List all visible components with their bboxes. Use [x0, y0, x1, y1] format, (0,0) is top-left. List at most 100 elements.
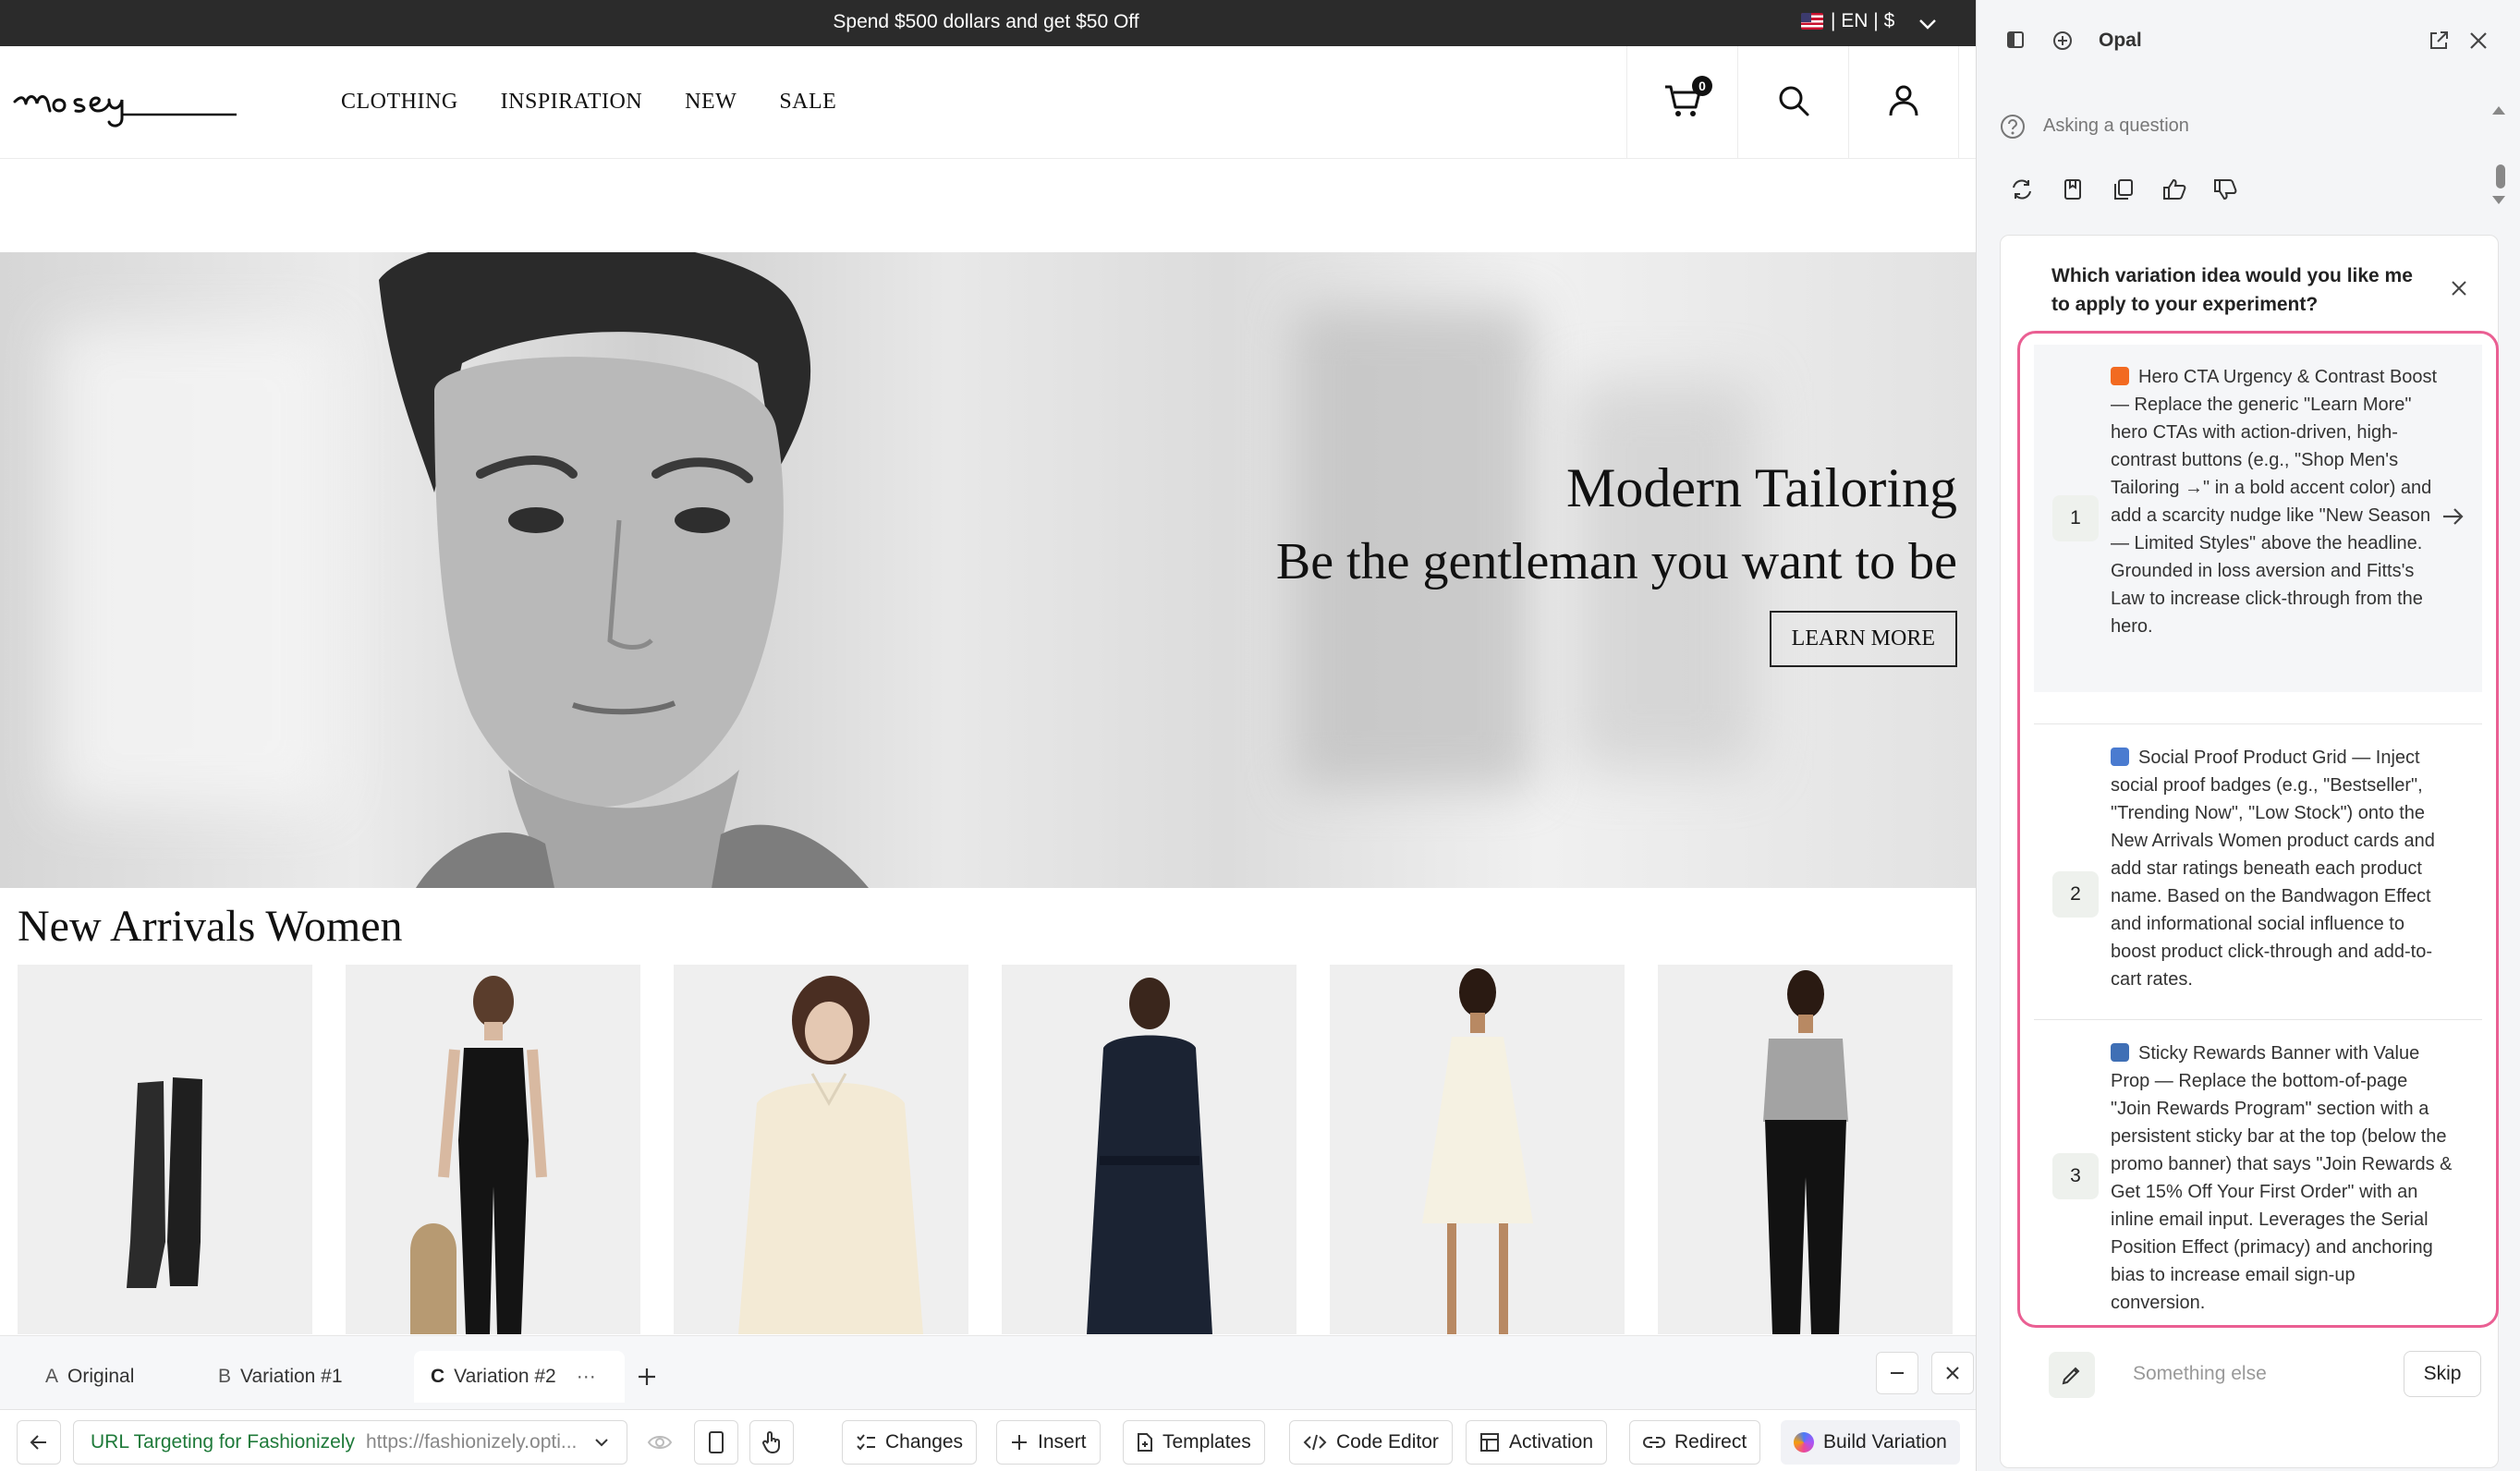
minimize-button[interactable] [1876, 1352, 1918, 1394]
promo-banner: Spend $500 dollars and get $50 Off | EN … [0, 0, 1976, 46]
hand-pointer-icon [762, 1431, 780, 1454]
activation-icon [1480, 1433, 1499, 1452]
close-editor-button[interactable] [1931, 1352, 1974, 1394]
promo-message: Spend $500 dollars and get $50 Off [833, 11, 1139, 32]
activation-label: Activation [1509, 1431, 1594, 1453]
hero-model-image [379, 252, 869, 888]
question-text: Which variation idea would you like me t… [2051, 265, 2413, 315]
arrow-left-icon [30, 1435, 46, 1450]
url-targeting-value: https://fashionizely.opti... [365, 1431, 578, 1453]
skip-button[interactable]: Skip [2404, 1351, 2481, 1397]
scroll-up-icon[interactable] [2490, 103, 2507, 116]
thumbs-down-icon[interactable] [2211, 176, 2239, 203]
product-card[interactable] [1658, 965, 1953, 1334]
new-chat-icon[interactable] [2052, 30, 2073, 51]
pencil-icon[interactable] [2049, 1352, 2095, 1398]
sidebar-toggle-icon[interactable] [2006, 30, 2025, 49]
scrollbar-thumb[interactable] [2496, 164, 2505, 188]
back-button[interactable] [17, 1420, 61, 1465]
thumbs-up-icon[interactable] [2161, 176, 2188, 203]
nav-inspiration[interactable]: INSPIRATION [501, 90, 643, 115]
insert-label: Insert [1038, 1431, 1087, 1453]
tab-variation-2[interactable]: C Variation #2 ··· [414, 1351, 625, 1403]
search-button[interactable] [1737, 46, 1848, 159]
bookmark-icon[interactable] [2059, 176, 2087, 203]
variation-option-1[interactable]: 1 Hero CTA Urgency & Contrast Boost — Re… [2034, 345, 2482, 692]
arrow-right-icon[interactable] [2441, 506, 2465, 531]
mailbox-emoji-icon [2111, 1043, 2129, 1062]
product-card[interactable] [346, 965, 640, 1334]
opal-assistant-panel: Opal Asking a question Which variation i… [1976, 0, 2520, 1471]
changes-label: Changes [885, 1431, 964, 1453]
tab-letter: B [218, 1366, 232, 1387]
cart-count-badge: 0 [1692, 76, 1712, 96]
open-external-icon[interactable] [2428, 30, 2450, 52]
copy-icon[interactable] [2110, 176, 2137, 203]
variation-option-2[interactable]: 2 Social Proof Product Grid — Inject soc… [2034, 733, 2482, 1056]
user-icon [1888, 84, 1919, 122]
nav-clothing[interactable]: CLOTHING [341, 90, 458, 115]
insert-button[interactable]: Insert [996, 1420, 1101, 1465]
product-card[interactable] [1002, 965, 1297, 1334]
activation-button[interactable]: Activation [1466, 1420, 1608, 1465]
templates-label: Templates [1163, 1431, 1251, 1453]
hero-banner: Modern Tailoring Be the gentleman you wa… [0, 252, 1976, 888]
cart-button[interactable]: 0 [1626, 46, 1737, 159]
close-panel-icon[interactable] [2468, 30, 2489, 51]
new-arrivals-title: New Arrivals Women [18, 902, 403, 951]
url-targeting-select[interactable]: URL Targeting for Fashionizely https://f… [73, 1420, 627, 1465]
close-icon [1946, 1367, 1959, 1380]
status-text: Asking a question [2043, 115, 2189, 136]
templates-button[interactable]: Templates [1123, 1420, 1265, 1465]
device-toggle[interactable] [694, 1420, 738, 1465]
add-variation-icon[interactable] [636, 1366, 658, 1388]
regenerate-icon[interactable] [2008, 176, 2036, 203]
cream-shirt-model-image [738, 976, 923, 1334]
product-grid [18, 965, 1953, 1334]
build-variation-button[interactable]: Build Variation [1781, 1420, 1960, 1465]
product-card[interactable] [1330, 965, 1625, 1334]
product-card[interactable] [18, 965, 312, 1334]
tab-label: Variation #2 [454, 1366, 556, 1387]
boots-image [127, 1077, 202, 1288]
template-file-icon [1138, 1433, 1152, 1452]
account-button[interactable] [1848, 46, 1959, 159]
variation-option-3[interactable]: 3 Sticky Rewards Banner with Value Prop … [2034, 1028, 2482, 1324]
tab-label: Variation #1 [240, 1366, 343, 1387]
fire-emoji-icon [2111, 367, 2129, 385]
url-targeting-name: URL Targeting for Fashionizely [91, 1431, 355, 1453]
tab-original[interactable]: A Original [45, 1351, 134, 1403]
search-icon [1777, 84, 1810, 122]
nav-sale[interactable]: SALE [779, 90, 836, 115]
interact-mode-toggle[interactable] [749, 1420, 794, 1465]
tab-letter: A [45, 1366, 59, 1387]
scroll-down-icon[interactable] [2490, 194, 2507, 207]
changes-button[interactable]: Changes [842, 1420, 978, 1465]
option-text: Sticky Rewards Banner with Value Prop — … [2111, 1043, 2453, 1313]
question-card: Which variation idea would you like me t… [2000, 235, 2499, 1468]
variation-options-list: 1 Hero CTA Urgency & Contrast Boost — Re… [2017, 331, 2499, 1328]
preview-toggle[interactable] [638, 1420, 682, 1465]
learn-more-button[interactable]: LEARN MORE [1769, 611, 1957, 667]
option-number: 1 [2052, 495, 2099, 541]
editor-toolbar: URL Targeting for Fashionizely https://f… [0, 1410, 1976, 1471]
tab-more-menu[interactable]: ··· [577, 1366, 596, 1388]
product-card[interactable] [674, 965, 968, 1334]
eye-icon [647, 1436, 673, 1449]
redirect-button[interactable]: Redirect [1629, 1420, 1761, 1465]
plus-icon [1012, 1435, 1027, 1450]
code-editor-button[interactable]: Code Editor [1289, 1420, 1453, 1465]
option-text: Social Proof Product Grid — Inject socia… [2111, 748, 2435, 990]
something-else-input[interactable]: Something else [2133, 1363, 2267, 1385]
locale-selector[interactable]: | EN | $ [1801, 10, 1894, 32]
mosey-logo[interactable] [11, 74, 242, 134]
ai-sparkle-icon [1794, 1432, 1814, 1453]
tab-variation-1[interactable]: B Variation #1 [218, 1351, 343, 1403]
code-editor-label: Code Editor [1336, 1431, 1439, 1453]
nav-new[interactable]: NEW [685, 90, 737, 115]
tab-label: Original [67, 1366, 135, 1387]
experiment-editor-bar: A Original B Variation #1 C Variation #2… [0, 1335, 1976, 1471]
link-icon [1643, 1437, 1665, 1448]
chevron-down-icon[interactable] [1917, 13, 1939, 40]
dismiss-question-icon[interactable] [2451, 280, 2467, 297]
